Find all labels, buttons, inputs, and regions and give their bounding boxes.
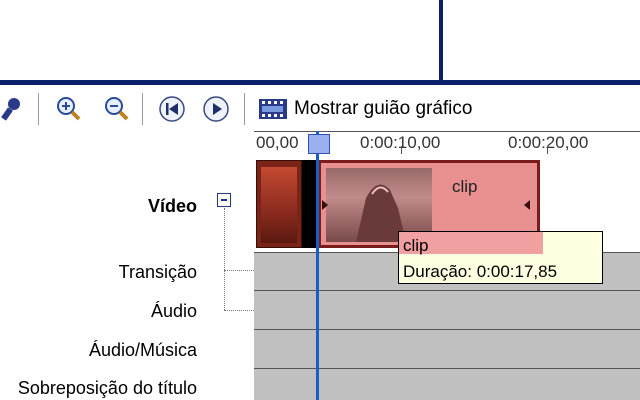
ruler-tick (547, 146, 548, 154)
preview-area (0, 0, 640, 80)
zoom-in-icon (57, 97, 81, 121)
ruler-tick-label: 0:00:20,00 (508, 133, 589, 152)
tree-line (224, 270, 254, 271)
clip-label: clip (452, 177, 478, 196)
ruler-tick (401, 146, 402, 154)
clip-thumbnail (261, 167, 297, 243)
toolbar-separator (38, 93, 39, 125)
rewind-button[interactable] (158, 95, 186, 123)
track-label-audio-music: Áudio/Música (88, 340, 197, 360)
zoom-out-button[interactable] (102, 95, 130, 123)
collapse-video-button[interactable] (217, 193, 231, 207)
tree-line (224, 208, 225, 310)
play-button[interactable] (202, 95, 230, 123)
track-divider (254, 368, 640, 369)
zoom-out-icon (105, 97, 129, 121)
track-label-title-overlay: Sobreposição do título (17, 378, 197, 398)
track-label-audio: Áudio (150, 301, 197, 321)
tool-icon[interactable] (0, 96, 24, 122)
storyboard-button[interactable] (258, 96, 287, 124)
zoom-in-button[interactable] (54, 95, 82, 123)
track-divider (254, 329, 640, 330)
track-label-video: Vídeo (147, 196, 197, 216)
playhead-handle[interactable] (308, 134, 330, 154)
ruler-tick-label: 00,00 (256, 133, 299, 152)
track-label-transition: Transição (118, 262, 197, 282)
toolbar-separator (142, 93, 143, 125)
tooltip-duration: Duração: 0:00:17,85 (403, 262, 558, 281)
filmstrip-icon (259, 99, 287, 119)
rewind-icon (159, 96, 185, 122)
playhead-line (316, 131, 319, 400)
clip-trim-handle-left[interactable] (322, 200, 328, 210)
tree-line (224, 310, 254, 311)
storyboard-label[interactable]: Mostrar guião gráfico (294, 98, 472, 120)
track-divider (254, 290, 640, 291)
pane-splitter[interactable] (439, 0, 443, 80)
play-icon (203, 96, 229, 122)
tooltip-clip-name: clip (403, 236, 429, 255)
toolbar-separator (244, 93, 245, 125)
clip-trim-handle-right[interactable] (524, 200, 530, 210)
tool-icon-glyph (1, 98, 20, 121)
video-clip[interactable] (256, 160, 302, 248)
